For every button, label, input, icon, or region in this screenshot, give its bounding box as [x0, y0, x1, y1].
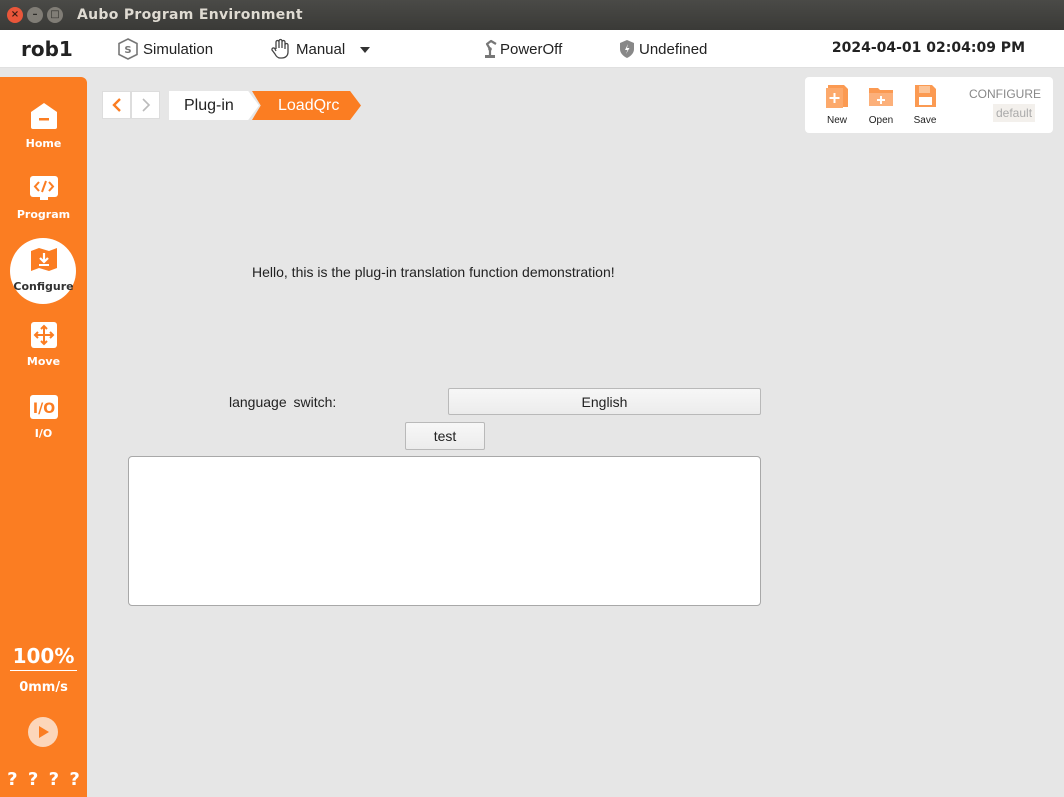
- sidebar-item-move[interactable]: Move: [0, 320, 87, 368]
- power-label: PowerOff: [500, 40, 563, 58]
- window-controls: × – □: [7, 7, 63, 23]
- breadcrumb-plugin[interactable]: Plug-in: [169, 91, 259, 120]
- chevron-down-icon: [359, 41, 371, 58]
- sidebar-item-io[interactable]: I/O I/O: [0, 392, 87, 440]
- sidebar-item-label: Home: [25, 137, 62, 150]
- help-mark[interactable]: ?: [69, 769, 79, 790]
- datetime-display: 2024-04-01 02:04:09 PM: [831, 40, 1025, 56]
- hello-text: Hello, this is the plug-in translation f…: [252, 264, 615, 280]
- window-minimize-button[interactable]: –: [27, 7, 43, 23]
- history-navigation: [102, 91, 160, 119]
- hand-icon: [270, 38, 292, 60]
- help-mark[interactable]: ?: [49, 769, 59, 790]
- sidebar: Home Program Configure Move I/O I/O 100%…: [0, 77, 87, 797]
- window-titlebar: × – □ Aubo Program Environment: [0, 0, 1064, 30]
- save-icon: [915, 85, 936, 107]
- configure-icon: [29, 244, 59, 274]
- open-button[interactable]: Open: [863, 83, 899, 126]
- simulation-label: Simulation: [143, 40, 214, 58]
- window-close-button[interactable]: ×: [7, 7, 23, 23]
- sidebar-item-label: Program: [16, 208, 71, 221]
- language-switch-button[interactable]: English: [448, 388, 761, 415]
- status-bar: rob1 S Simulation Manual PowerOff Undefi…: [0, 30, 1064, 68]
- back-button[interactable]: [102, 91, 131, 119]
- new-file-icon: [826, 85, 848, 108]
- speed-percentage[interactable]: 100%: [10, 644, 77, 671]
- sidebar-item-program[interactable]: Program: [0, 173, 87, 221]
- home-icon: [29, 101, 59, 131]
- robot-arm-icon: [482, 38, 500, 60]
- safety-shield-icon: [619, 38, 635, 60]
- save-label: Save: [913, 115, 937, 126]
- sidebar-item-home[interactable]: Home: [0, 101, 87, 150]
- language-switch-label: language switch:: [229, 394, 337, 410]
- speed-value: 0mm/s: [19, 680, 68, 695]
- test-button[interactable]: test: [405, 422, 485, 450]
- simulation-shield-icon: S: [117, 38, 139, 60]
- code-icon: [29, 173, 59, 203]
- window-title: Aubo Program Environment: [77, 7, 303, 23]
- forward-button[interactable]: [131, 91, 160, 119]
- help-mark[interactable]: ?: [28, 769, 38, 790]
- config-panel: New Open Save CONFIGURE default: [805, 77, 1053, 133]
- sidebar-item-label: Move: [26, 355, 61, 368]
- open-label: Open: [868, 115, 894, 126]
- manual-mode-dropdown[interactable]: Manual: [270, 38, 371, 60]
- chevron-left-icon: [111, 98, 121, 112]
- chevron-right-icon: [141, 98, 150, 112]
- play-button[interactable]: [28, 717, 58, 747]
- open-folder-icon: [869, 88, 893, 106]
- manual-label: Manual: [296, 40, 346, 58]
- sidebar-item-label: Configure: [13, 280, 74, 293]
- output-textarea[interactable]: [128, 456, 761, 606]
- sidebar-item-label: I/O: [34, 427, 53, 440]
- breadcrumb-loadqrc[interactable]: LoadQrc: [252, 91, 361, 120]
- new-label: New: [826, 115, 847, 126]
- power-status: PowerOff: [482, 38, 562, 60]
- io-icon: I/O: [29, 392, 59, 422]
- safety-label: Undefined: [639, 40, 708, 58]
- save-button[interactable]: Save: [907, 83, 943, 126]
- help-mark[interactable]: ?: [7, 769, 17, 790]
- robot-name: rob1: [21, 37, 73, 61]
- safety-status: Undefined: [619, 38, 707, 60]
- help-indicators: ? ? ? ?: [0, 769, 87, 790]
- svg-text:I/O: I/O: [32, 401, 54, 417]
- move-arrows-icon: [29, 320, 59, 350]
- svg-text:S: S: [124, 45, 131, 56]
- configure-name: default: [993, 104, 1036, 122]
- new-button[interactable]: New: [819, 83, 855, 126]
- play-icon: [39, 726, 49, 738]
- window-maximize-button[interactable]: □: [47, 7, 63, 23]
- simulation-mode-indicator[interactable]: S Simulation: [117, 38, 213, 60]
- sidebar-item-configure[interactable]: Configure: [0, 238, 87, 304]
- configure-title: CONFIGURE: [969, 87, 1041, 101]
